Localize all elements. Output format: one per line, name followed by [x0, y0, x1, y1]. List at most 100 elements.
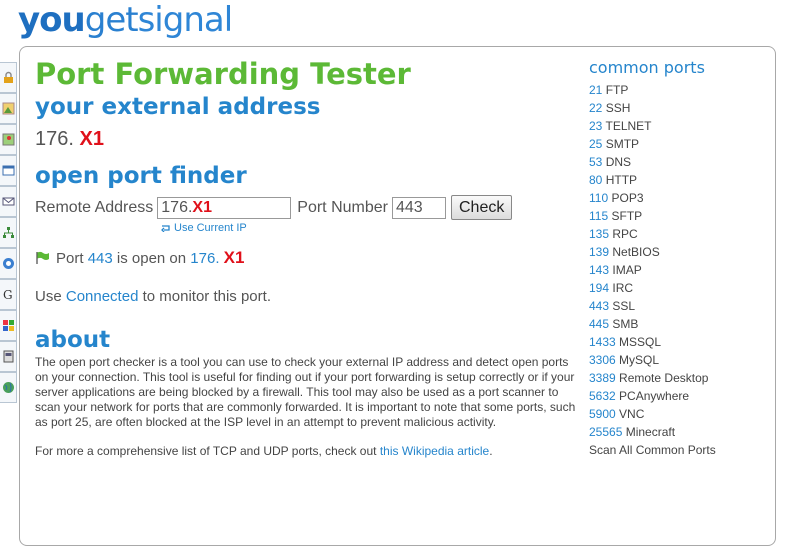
port-number: 80 — [589, 173, 603, 187]
common-ports-list: 21 FTP 22 SSH 23 TELNET 25 SMTP 53 DNS 8… — [589, 81, 769, 459]
port-item-minecraft[interactable]: 25565 Minecraft — [589, 423, 769, 441]
external-ip-value: 176. — [35, 128, 74, 150]
port-item-mssql[interactable]: 1433 MSSQL — [589, 333, 769, 351]
use-current-ip-link[interactable]: Use Current IP — [161, 222, 580, 234]
port-name: MSSQL — [619, 335, 662, 349]
port-number-label: Port Number — [297, 198, 388, 216]
more-info-line: For more a comprehensive list of TCP and… — [35, 444, 580, 458]
port-number: 1433 — [589, 335, 616, 349]
sidebar-tab-windows[interactable] — [0, 310, 17, 341]
port-number: 25565 — [589, 425, 623, 439]
port-item-ssl[interactable]: 443 SSL — [589, 297, 769, 315]
port-item-telnet[interactable]: 23 TELNET — [589, 117, 769, 135]
monitor-pre: Use — [35, 288, 62, 305]
port-number: 194 — [589, 281, 610, 295]
sidebar-tab-mail[interactable] — [0, 186, 17, 217]
sidebar-tab-router[interactable] — [0, 341, 17, 372]
port-number: 3389 — [589, 371, 616, 385]
remote-address-mask: X1 — [192, 198, 212, 216]
external-ip: 176. X1 — [35, 128, 580, 151]
port-number: 143 — [589, 263, 610, 277]
port-item-ssh[interactable]: 22 SSH — [589, 99, 769, 117]
port-name: IMAP — [612, 263, 642, 277]
port-name: SSL — [612, 299, 636, 313]
port-item-dns[interactable]: 53 DNS — [589, 153, 769, 171]
sidebar-tab-lock[interactable] — [0, 62, 17, 93]
port-name: MySQL — [619, 353, 660, 367]
port-item-smb[interactable]: 445 SMB — [589, 315, 769, 333]
port-number: 22 — [589, 101, 603, 115]
port-item-netbios[interactable]: 139 NetBIOS — [589, 243, 769, 261]
about-heading: about — [35, 327, 111, 353]
sidebar-tab-map[interactable] — [0, 124, 17, 155]
router-icon — [3, 350, 13, 363]
sidebar-tab-image[interactable] — [0, 93, 17, 124]
site-logo[interactable]: yougetsignal — [18, 0, 233, 44]
port-name: PCAnywhere — [619, 389, 690, 403]
port-number-input[interactable]: 443 — [391, 196, 446, 219]
monitor-line: Use Connected to monitor this port. — [35, 288, 580, 305]
mail-icon — [2, 197, 14, 206]
connected-link[interactable]: Connected — [66, 288, 139, 305]
status-middle-text: is open on — [116, 249, 187, 267]
port-name: IRC — [612, 281, 634, 295]
port-name: Remote Desktop — [619, 371, 709, 385]
port-status: Port 443 is open on 176. X1 — [35, 248, 580, 268]
port-number: 115 — [589, 209, 609, 223]
window-icon — [2, 165, 14, 176]
port-name: SSH — [605, 101, 631, 115]
port-number: 135 — [589, 227, 610, 241]
status-ip-mask: X1 — [223, 248, 245, 267]
status-ip-link[interactable]: 176. — [190, 250, 219, 267]
port-item-irc[interactable]: 194 IRC — [589, 279, 769, 297]
remote-address-value: 176. — [161, 198, 193, 216]
sidebar-tab-network[interactable] — [0, 217, 17, 248]
port-item-vnc[interactable]: 5900 VNC — [589, 405, 769, 423]
port-item-rpc[interactable]: 135 RPC — [589, 225, 769, 243]
port-item-remote-desktop[interactable]: 3389 Remote Desktop — [589, 369, 769, 387]
port-name: Minecraft — [625, 425, 676, 439]
port-name: VNC — [619, 407, 645, 421]
monitor-post: to monitor this port. — [142, 288, 271, 305]
port-name: SFTP — [611, 209, 643, 223]
sidebar-tab-window[interactable] — [0, 155, 17, 186]
windows-icon — [2, 320, 14, 331]
common-ports-heading: common ports — [589, 58, 705, 77]
wikipedia-link[interactable]: this Wikipedia article — [380, 444, 489, 458]
sidebar-tab-globe[interactable] — [0, 372, 17, 403]
port-item-pcanywhere[interactable]: 5632 PCAnywhere — [589, 387, 769, 405]
status-port-link[interactable]: 443 — [88, 250, 113, 267]
port-number: 443 — [589, 299, 610, 313]
port-name: DNS — [605, 155, 632, 169]
lock-icon — [3, 71, 13, 83]
google-icon: G — [3, 288, 13, 301]
globe-icon — [2, 382, 14, 393]
use-current-ip-label: Use Current IP — [174, 222, 247, 234]
port-number: 5632 — [589, 389, 616, 403]
check-button[interactable]: Check — [450, 195, 513, 220]
port-item-http[interactable]: 80 HTTP — [589, 171, 769, 189]
image-icon — [2, 102, 14, 115]
port-item-ftp[interactable]: 21 FTP — [589, 81, 769, 99]
port-item-sftp[interactable]: 115 SFTP — [589, 207, 769, 225]
port-number: 23 — [589, 119, 603, 133]
arrow-return-icon — [161, 225, 170, 232]
port-item-smtp[interactable]: 25 SMTP — [589, 135, 769, 153]
port-item-imap[interactable]: 143 IMAP — [589, 261, 769, 279]
port-item-mysql[interactable]: 3306 MySQL — [589, 351, 769, 369]
svg-text:G: G — [3, 288, 13, 301]
sidebar-tab-help[interactable] — [0, 248, 17, 279]
scan-all-ports-link[interactable]: Scan All Common Ports — [589, 441, 769, 459]
port-check-form: Remote Address 176. X1 Port Number 443 Ch… — [35, 195, 580, 220]
status-port-word: Port — [56, 249, 84, 267]
sidebar-tool-tabs: G — [0, 62, 18, 403]
page-title: Port Forwarding Tester — [35, 57, 411, 91]
port-name: SMTP — [605, 137, 640, 151]
port-number: 53 — [589, 155, 603, 169]
more-pre: For more a comprehensive list of TCP and… — [35, 444, 377, 458]
port-number: 139 — [589, 245, 610, 259]
port-number: 5900 — [589, 407, 616, 421]
port-item-pop3[interactable]: 110 POP3 — [589, 189, 769, 207]
sidebar-tab-google[interactable]: G — [0, 279, 17, 310]
remote-address-input[interactable]: 176. X1 — [157, 196, 292, 219]
